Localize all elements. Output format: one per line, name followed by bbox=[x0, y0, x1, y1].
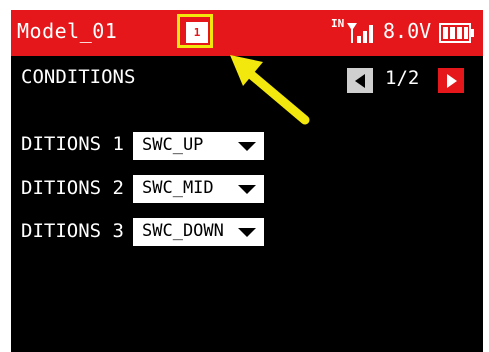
annotation-arrow-icon bbox=[230, 55, 310, 125]
